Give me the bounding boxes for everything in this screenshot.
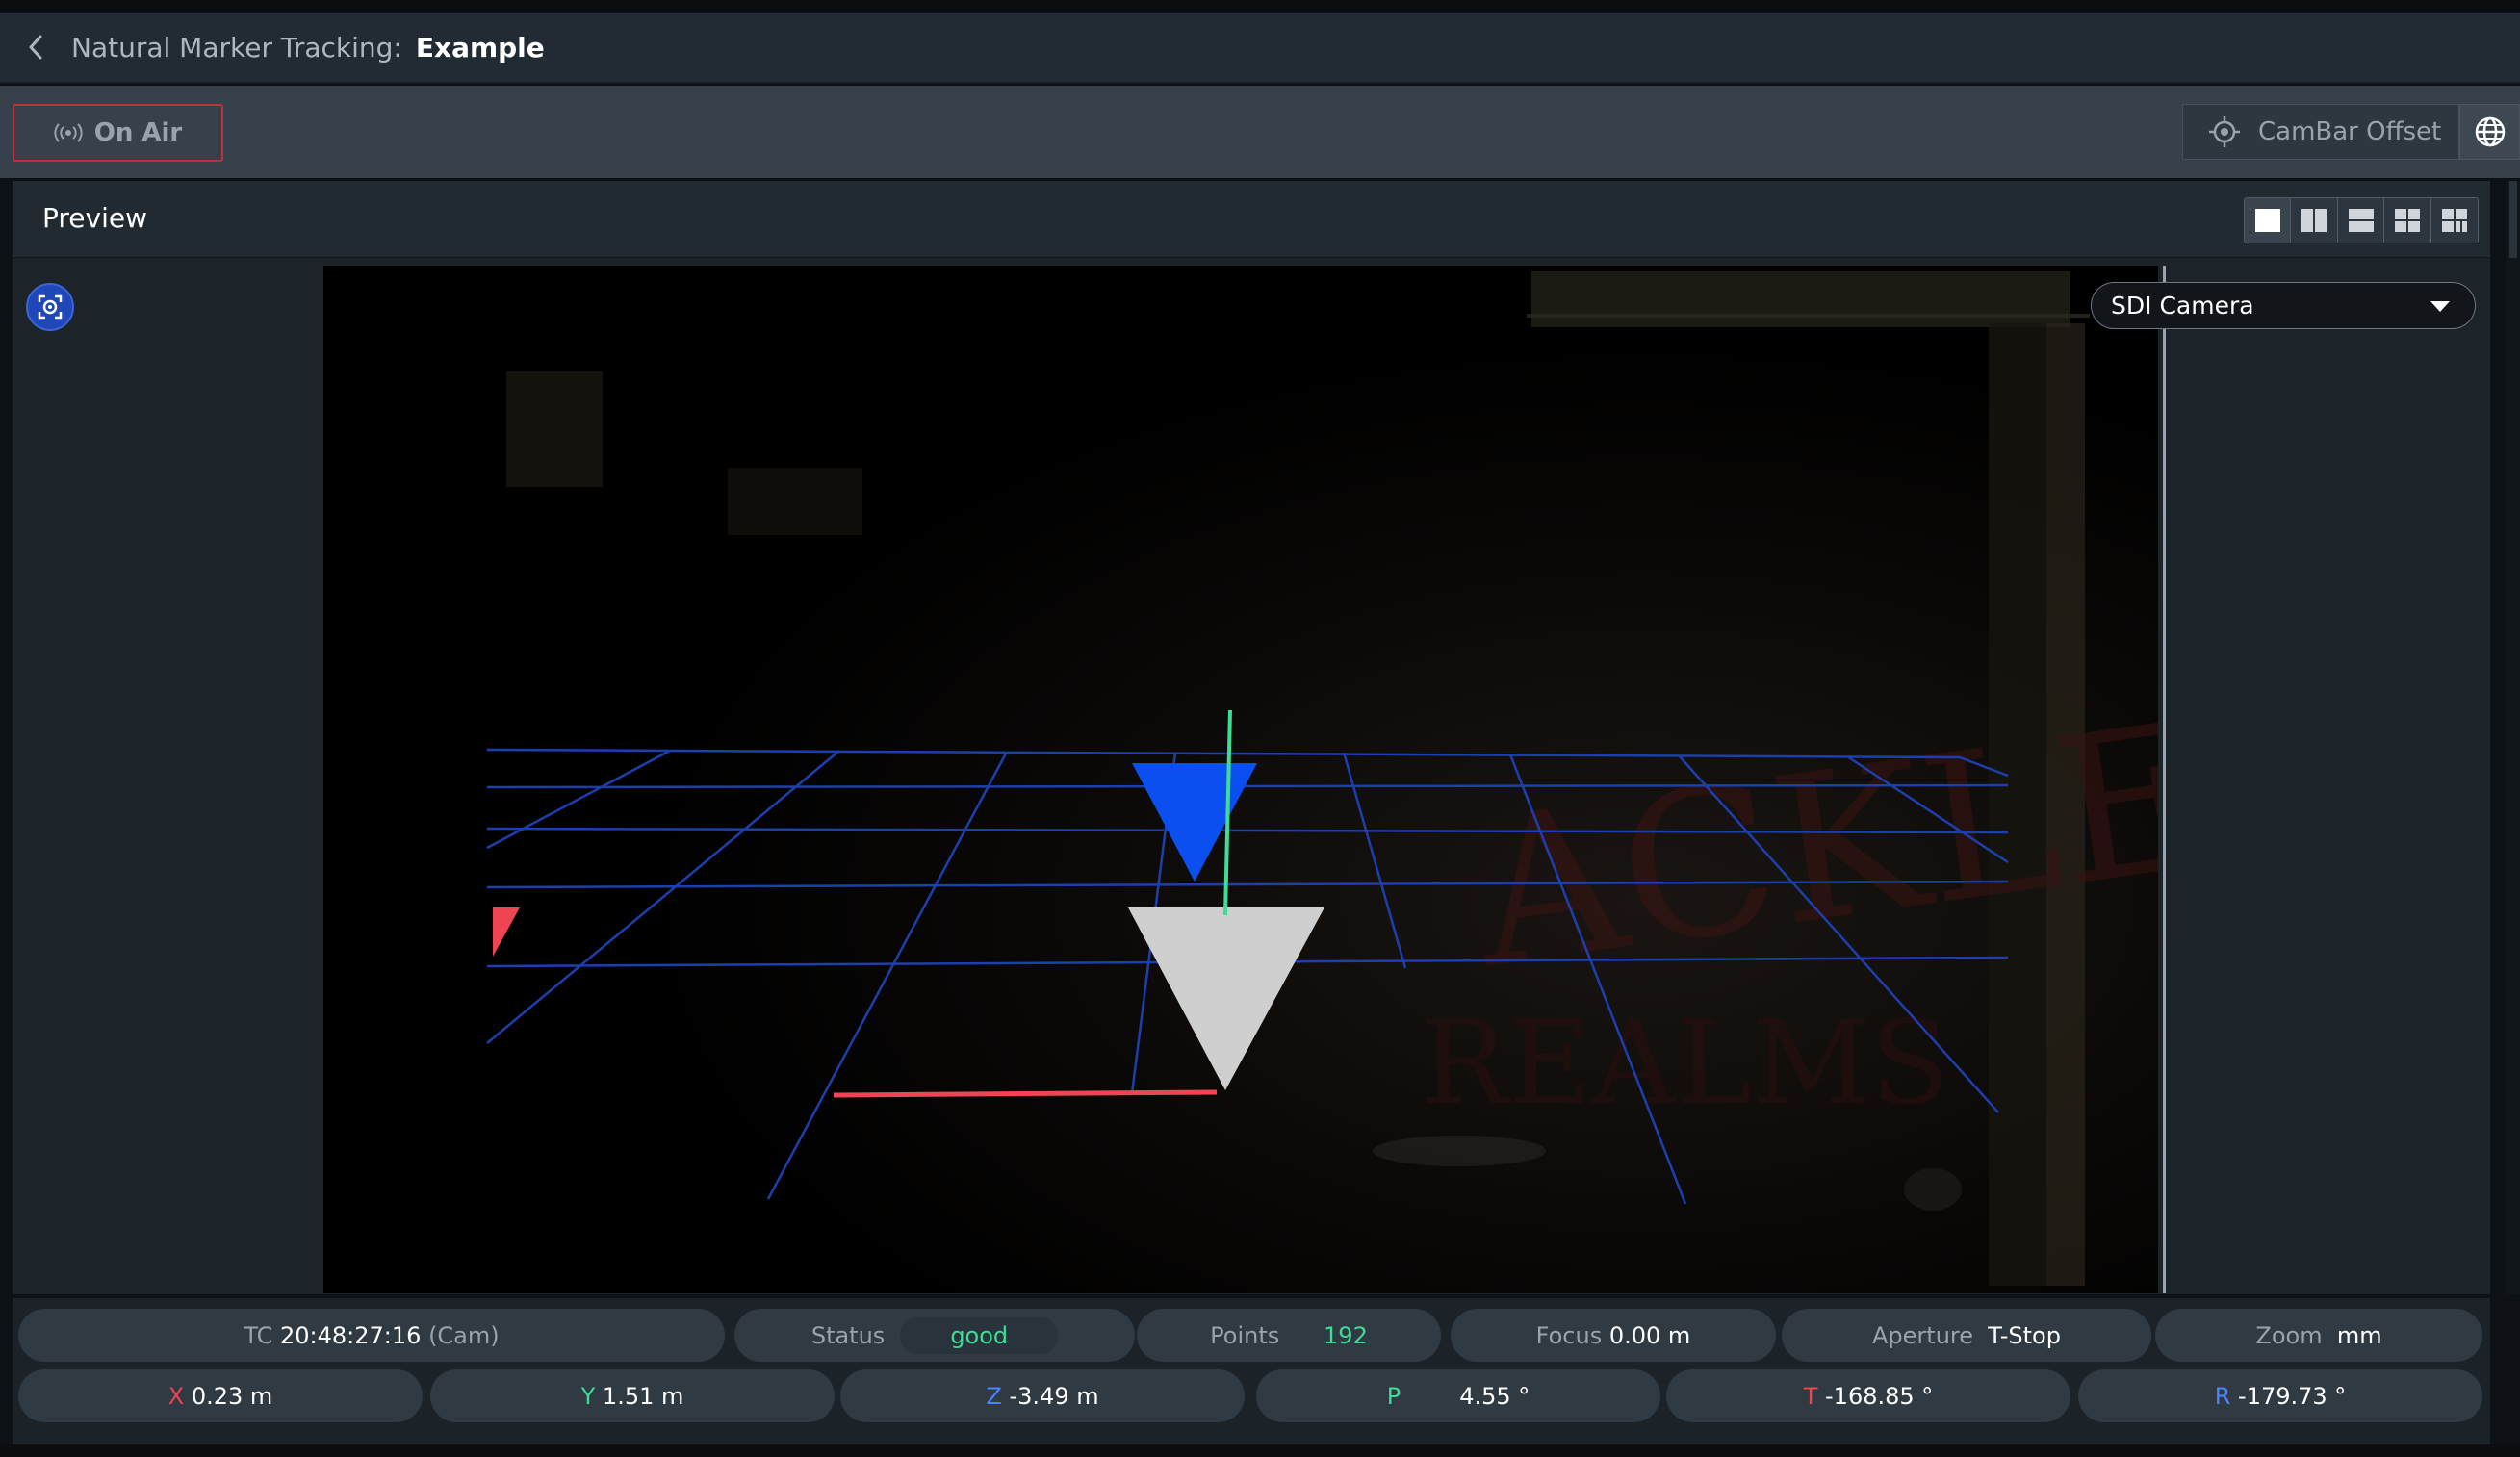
layout-split-vertical-button[interactable]	[2291, 198, 2338, 243]
pose-tilt-field: T -168.85 °	[1666, 1369, 2070, 1422]
layout-quad-icon	[2394, 209, 2420, 232]
pose-y-field: Y 1.51 m	[430, 1369, 835, 1422]
pose-pan-value: 4.55 °	[1459, 1382, 1530, 1410]
page-title: Example	[415, 31, 545, 64]
layout-switcher	[2244, 197, 2479, 243]
status-field: Status good	[734, 1309, 1135, 1362]
toolbar: On Air CamBar Offset	[0, 86, 2520, 178]
layout-split-vertical-icon	[2301, 209, 2327, 232]
points-value: 192	[1324, 1321, 1368, 1349]
tracking-target-icon	[38, 294, 63, 320]
app-header: Natural Marker Tracking: Example	[0, 13, 2520, 84]
preview-header: Preview	[13, 181, 2490, 258]
status-badge: good	[900, 1316, 1059, 1354]
focus-field: Focus 0.00 m	[1451, 1309, 1776, 1362]
timecode-source: (Cam)	[428, 1321, 500, 1349]
breadcrumb-module: Natural Marker Tracking:	[71, 31, 402, 64]
target-icon	[2209, 116, 2240, 147]
layout-single-button[interactable]	[2245, 198, 2292, 243]
right-edge-panel	[2506, 181, 2520, 1294]
aperture-field: Aperture T-Stop	[1782, 1309, 2151, 1362]
pose-z-field: Z -3.49 m	[840, 1369, 1245, 1422]
tracking-toggle-button[interactable]	[26, 283, 74, 331]
x-axis-line	[833, 1089, 1218, 1098]
on-air-label: On Air	[93, 118, 183, 147]
status-bar: TC 20:48:27:16 (Cam) Status good Points …	[13, 1298, 2490, 1444]
layout-grid-button[interactable]	[2430, 198, 2478, 243]
points-field: Points 192	[1137, 1309, 1441, 1362]
preview-title: Preview	[42, 202, 147, 234]
camera-select-value: SDI Camera	[2111, 292, 2254, 320]
camera-select[interactable]: SDI Camera	[2091, 282, 2476, 329]
timecode-field: TC 20:48:27:16 (Cam)	[18, 1309, 725, 1362]
layout-split-horizontal-button[interactable]	[2337, 198, 2385, 243]
pose-x-value: 0.23 m	[191, 1382, 273, 1410]
back-button[interactable]	[17, 29, 54, 65]
svg-text:REALMS: REALMS	[1421, 997, 1949, 1131]
focus-value: 0.00 m	[1608, 1321, 1691, 1349]
zoom-value: mm	[2336, 1321, 2382, 1349]
pose-y-value: 1.51 m	[602, 1382, 684, 1410]
background-sign	[1531, 271, 2070, 327]
pose-z-value: -3.49 m	[1009, 1382, 1099, 1410]
pose-pan-field: P 4.55 °	[1256, 1369, 1660, 1422]
timecode-value: 20:48:27:16	[280, 1321, 422, 1349]
layout-single-icon	[2254, 209, 2280, 232]
scene-render: ACKLER REALMS	[323, 266, 2158, 1293]
top-strip	[0, 0, 2520, 13]
on-air-button[interactable]: On Air	[13, 104, 223, 162]
zoom-field: Zoom mm	[2155, 1309, 2482, 1362]
cambar-offset-label: CamBar Offset	[2258, 117, 2442, 146]
layout-split-horizontal-icon	[2348, 209, 2374, 232]
broadcast-icon	[54, 123, 83, 142]
pose-tilt-value: -168.85 °	[1825, 1382, 1934, 1410]
pose-x-field: X 0.23 m	[18, 1369, 423, 1422]
caret-down-icon	[2430, 301, 2450, 312]
chevron-left-icon	[29, 35, 42, 60]
split-divider[interactable]	[2163, 266, 2166, 1293]
camera-viewport[interactable]: ACKLER REALMS	[323, 266, 2158, 1293]
globe-icon	[2475, 116, 2505, 147]
aperture-value: T-Stop	[1988, 1321, 2061, 1349]
layout-grid-icon	[2441, 209, 2467, 232]
pose-roll-value: -179.73 °	[2238, 1382, 2347, 1410]
bottom-strip	[0, 1444, 2520, 1457]
globe-button[interactable]	[2459, 104, 2520, 160]
layout-quad-button[interactable]	[2384, 198, 2431, 243]
pose-roll-field: R -179.73 °	[2078, 1369, 2482, 1422]
cambar-offset-button[interactable]: CamBar Offset	[2182, 104, 2459, 160]
